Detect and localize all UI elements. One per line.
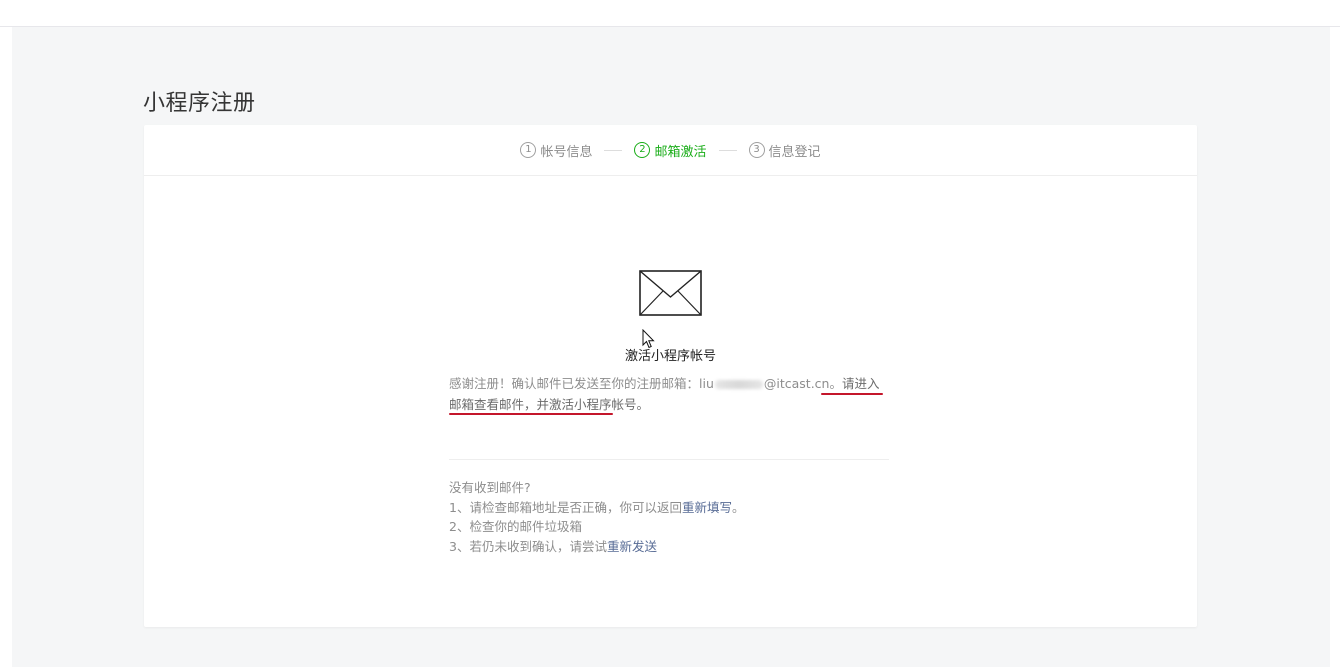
email-domain: @itcast.cn。 [763, 376, 842, 391]
annotation-underline [821, 393, 883, 395]
step-number-3: 3 [748, 142, 765, 158]
help-item-text: 1、请检查邮箱地址是否正确，你可以返回 [449, 499, 682, 515]
help-item-3: 3、若仍未收到确认，请尝试重新发送 [449, 537, 889, 557]
step-label: 邮箱激活 [654, 144, 707, 160]
step-label: 信息登记 [768, 144, 821, 160]
help-item-2: 2、检查你的邮件垃圾箱 [449, 519, 582, 534]
step-info-registration: 3 信息登记 [748, 141, 821, 160]
top-bar [0, 0, 1340, 27]
step-indicator: 1 帐号信息 2 邮箱激活 3 信息登记 [144, 125, 1197, 176]
envelope-icon [639, 270, 702, 316]
refill-link[interactable]: 重新填写 [682, 500, 732, 515]
resend-link[interactable]: 重新发送 [607, 539, 657, 554]
divider [449, 459, 889, 460]
step-number-1: 1 [520, 142, 537, 158]
activation-title: 激活小程序帐号 [624, 349, 716, 364]
help-item-text: 3、若仍未收到确认，请尝试 [449, 538, 607, 554]
annotation-underline [449, 413, 613, 415]
help-item-1: 1、请检查邮箱地址是否正确，你可以返回重新填写。 [449, 498, 889, 518]
page-title: 小程序注册 [143, 90, 256, 116]
help-section: 没有收到邮件? 1、请检查邮箱地址是否正确，你可以返回重新填写。 2、检查你的邮… [449, 478, 889, 556]
step-separator [604, 149, 623, 151]
registration-card: 1 帐号信息 2 邮箱激活 3 信息登记 激活小程序帐号 感谢注册！确认邮件已发… [144, 125, 1197, 627]
step-separator [718, 149, 737, 151]
blurred-email-part [714, 380, 763, 389]
help-item-punct: 。 [731, 499, 745, 515]
email-start: liu [699, 376, 714, 391]
step-email-activation: 2 邮箱激活 [634, 141, 707, 160]
step-account-info: 1 帐号信息 [520, 141, 592, 160]
help-heading: 没有收到邮件? [449, 480, 531, 495]
step-label: 帐号信息 [540, 144, 593, 160]
step-number-2: 2 [634, 142, 651, 158]
message-prefix: 感谢注册！确认邮件已发送至你的注册邮箱： [449, 376, 700, 391]
